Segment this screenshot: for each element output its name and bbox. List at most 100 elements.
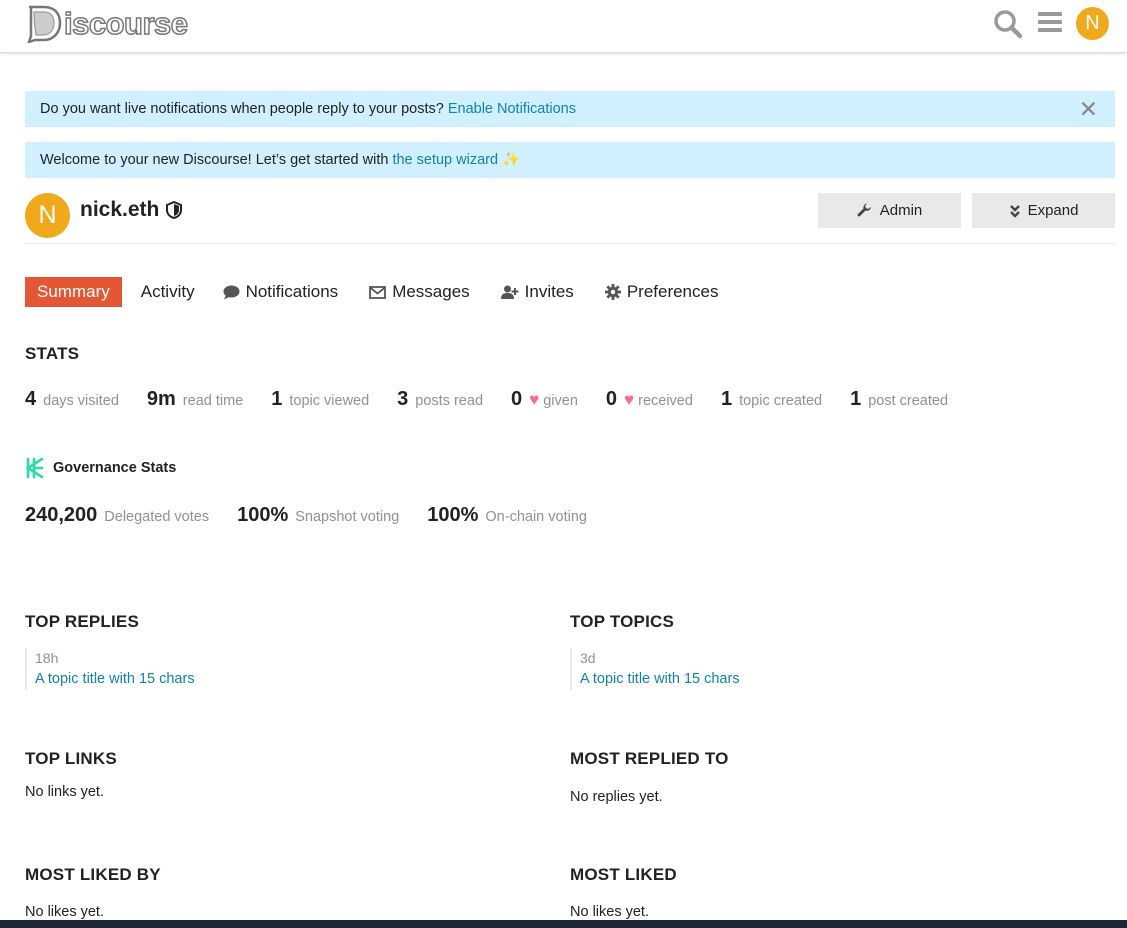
logo-text: iscourse (63, 5, 189, 42)
stat-value: 100% (237, 504, 289, 526)
tab-notifications-label: Notifications (245, 282, 339, 301)
stat-value: 4 (25, 388, 37, 410)
stat-label: topic created (739, 393, 823, 409)
gov-stat-delegated-votes: 240,200 Delegated votes (25, 504, 209, 527)
username-row: nick.eth (80, 198, 183, 222)
tab-activity[interactable]: Activity (129, 277, 207, 307)
stats-title: STATS (25, 344, 80, 363)
governance-stats-title: Governance Stats (25, 457, 176, 479)
most-liked-by-empty: No likes yet. (25, 904, 104, 920)
stat-label: On-chain voting (485, 509, 587, 525)
governance-stats-row: 240,200 Delegated votes 100% Snapshot vo… (25, 504, 615, 527)
top-topics-title: TOP TOPICS (570, 612, 675, 631)
hamburger-icon[interactable] (1038, 12, 1062, 34)
stat-value: 0 (511, 388, 523, 410)
admin-button-label: Admin (879, 202, 923, 219)
double-chevron-down-icon (1009, 204, 1020, 218)
notifications-alert-text: Do you want live notifications when peop… (40, 101, 448, 117)
search-icon[interactable] (993, 9, 1023, 39)
tab-notifications[interactable]: Notifications (211, 277, 351, 307)
stat-days-visited: 4 days visited (25, 388, 119, 411)
stat-value: 1 (271, 388, 283, 410)
stat-label: received (638, 393, 693, 409)
stat-likes-received: 0 ♥ received (606, 388, 693, 411)
top-links-empty: No links yet. (25, 784, 104, 800)
stat-posts-read: 3 posts read (397, 388, 483, 411)
shield-icon (166, 201, 183, 219)
reply-date: 18h (35, 650, 59, 666)
stat-post-created: 1 post created (850, 388, 948, 411)
user-avatar[interactable]: N (25, 193, 70, 238)
topic-link[interactable]: A topic title with 15 chars (580, 668, 740, 690)
stat-value: 1 (720, 388, 733, 410)
envelope-icon (369, 285, 387, 299)
most-liked-empty: No likes yet. (570, 904, 649, 920)
username: nick.eth (80, 198, 160, 221)
current-user-avatar[interactable]: N (1076, 7, 1109, 40)
sparkles-icon: ✨ (502, 152, 521, 168)
stat-value: 0 (605, 388, 618, 410)
stat-value: 9m (146, 388, 176, 410)
gear-icon (604, 284, 621, 300)
most-replied-to-title: MOST REPLIED TO (570, 749, 729, 768)
tab-invites[interactable]: Invites (489, 277, 586, 307)
user-nav: Summary Activity Notifications Messages … (25, 277, 737, 307)
reply-topic-link[interactable]: A topic title with 15 chars (35, 668, 195, 690)
discourse-logo[interactable]: iscourse (25, 3, 189, 43)
tab-messages-label: Messages (392, 282, 470, 301)
close-icon[interactable]: ✕ (1079, 91, 1098, 127)
top-links-title: TOP LINKS (25, 749, 117, 768)
site-header: iscourse N (0, 0, 1127, 53)
divider (25, 243, 1115, 244)
user-plus-icon (500, 285, 519, 299)
tab-summary-label: Summary (37, 282, 110, 301)
stat-label-wrap: ♥ given (529, 390, 578, 410)
discourse-logo-icon (27, 5, 62, 43)
stat-label: post created (868, 393, 949, 409)
gov-stat-snapshot-voting: 100% Snapshot voting (237, 504, 399, 527)
stat-label-wrap: ♥ received (624, 390, 693, 410)
most-liked-title: MOST LIKED (570, 865, 677, 884)
expand-button[interactable]: Expand (972, 193, 1115, 228)
welcome-alert-text: Welcome to your new Discourse! Let’s get… (40, 152, 393, 168)
stat-value: 240,200 (25, 504, 98, 526)
stat-label: posts read (415, 393, 484, 409)
tab-preferences-label: Preferences (626, 282, 719, 301)
stat-read-time: 9m read time (147, 388, 243, 411)
heart-icon: ♥ (529, 390, 540, 409)
stat-value: 3 (397, 388, 409, 410)
tab-summary[interactable]: Summary (25, 277, 122, 307)
comment-icon (223, 285, 240, 299)
setup-wizard-link[interactable]: the setup wizard (392, 152, 498, 168)
most-liked-by-title: MOST LIKED BY (25, 865, 161, 884)
stat-value: 1 (850, 388, 862, 410)
tab-invites-label: Invites (524, 282, 574, 301)
stat-label: read time (182, 393, 244, 409)
stat-label: days visited (43, 393, 119, 409)
stat-label: Snapshot voting (295, 509, 400, 525)
expand-button-label: Expand (1027, 202, 1079, 219)
stat-topic-viewed: 1 topic viewed (271, 388, 369, 411)
topic-date: 3d (580, 650, 596, 666)
admin-button[interactable]: Admin (818, 193, 961, 228)
stats-row: 4 days visited 9m read time 1 topic view… (25, 388, 976, 411)
governance-stats-label: Governance Stats (53, 460, 177, 476)
list-item: 18h A topic title with 15 chars (25, 648, 195, 690)
top-replies-title: TOP REPLIES (25, 612, 139, 631)
enable-notifications-link[interactable]: Enable Notifications (448, 101, 576, 117)
most-replied-to-empty: No replies yet. (570, 789, 663, 805)
bottom-bar (0, 920, 1127, 928)
stat-topic-created: 1 topic created (721, 388, 822, 411)
stat-likes-given: 0 ♥ given (511, 388, 578, 411)
stat-value: 100% (427, 504, 479, 526)
stat-label: given (543, 393, 578, 409)
tab-messages[interactable]: Messages (357, 277, 481, 307)
tab-activity-label: Activity (140, 282, 195, 301)
stat-label: Delegated votes (104, 509, 210, 525)
tab-preferences[interactable]: Preferences (593, 277, 731, 307)
governance-logo-icon (26, 457, 44, 479)
stat-label: topic viewed (289, 393, 370, 409)
wrench-icon (857, 203, 871, 216)
notifications-alert: Do you want live notifications when peop… (25, 91, 1115, 127)
welcome-alert: Welcome to your new Discourse! Let’s get… (25, 142, 1115, 178)
